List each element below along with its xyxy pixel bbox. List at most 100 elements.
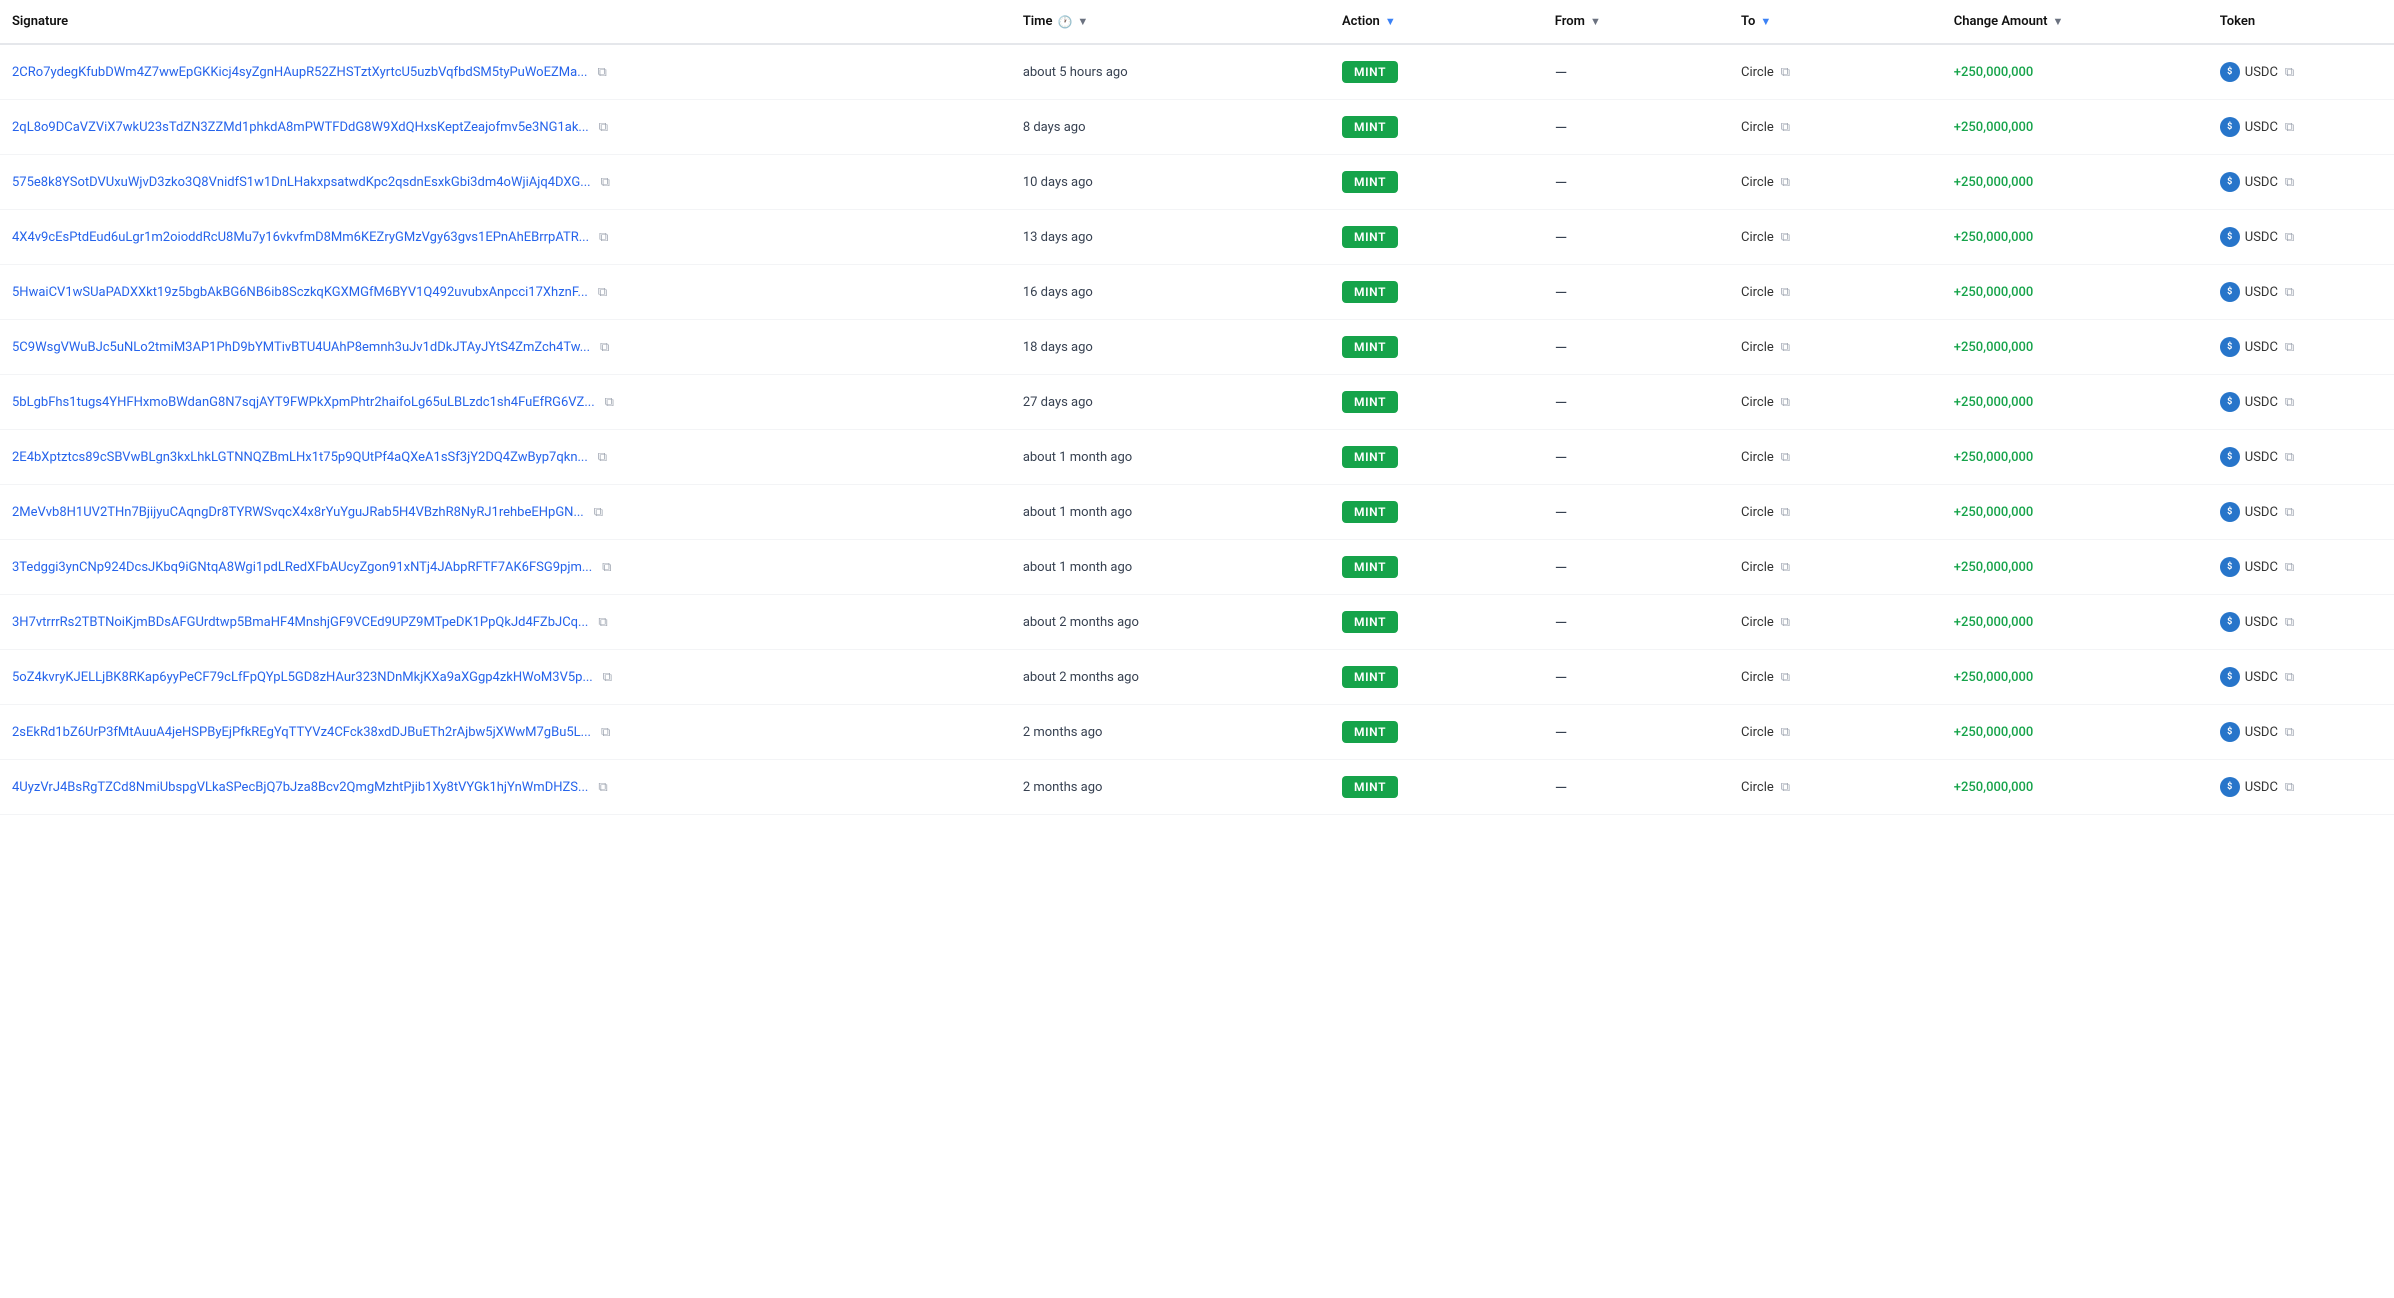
transactions-table-container: Signature Time 🕐 ▼ Action ▼: [0, 0, 2394, 815]
copy-to-button[interactable]: ⧉: [1779, 172, 1792, 192]
copy-token-button[interactable]: ⧉: [2283, 557, 2296, 577]
copy-to-button[interactable]: ⧉: [1779, 282, 1792, 302]
copy-token-button[interactable]: ⧉: [2283, 282, 2296, 302]
change-amount-value: +250,000,000: [1954, 65, 2034, 80]
signature-link[interactable]: 3Tedggi3ynCNp924DcsJKbq9iGNtqA8Wgi1pdLRe…: [12, 560, 592, 575]
copy-signature-button[interactable]: ⧉: [596, 777, 609, 797]
time-filter-icon[interactable]: ▼: [1077, 15, 1088, 28]
col-header-action[interactable]: Action ▼: [1330, 0, 1543, 44]
from-value: —: [1555, 723, 1568, 742]
copy-token-button[interactable]: ⧉: [2283, 502, 2296, 522]
copy-token-button[interactable]: ⧉: [2283, 777, 2296, 797]
time-cell: 2 months ago: [1011, 705, 1330, 760]
copy-signature-button[interactable]: ⧉: [596, 612, 609, 632]
col-header-from[interactable]: From ▼: [1543, 0, 1729, 44]
copy-to-button[interactable]: ⧉: [1779, 612, 1792, 632]
copy-to-button[interactable]: ⧉: [1779, 447, 1792, 467]
signature-link[interactable]: 2qL8o9DCaVZViX7wkU23sTdZN3ZZMd1phkdA8mPW…: [12, 120, 589, 135]
signature-link[interactable]: 5oZ4kvryKJELLjBK8RKap6yyPeCF79cLfFpQYpL5…: [12, 670, 593, 685]
to-filter-icon[interactable]: ▼: [1760, 15, 1771, 28]
from-cell: —: [1543, 155, 1729, 210]
copy-signature-button[interactable]: ⧉: [598, 337, 611, 357]
action-filter-icon[interactable]: ▼: [1385, 15, 1396, 28]
copy-token-button[interactable]: ⧉: [2283, 722, 2296, 742]
copy-token-button[interactable]: ⧉: [2283, 392, 2296, 412]
change-amount-value: +250,000,000: [1954, 340, 2034, 355]
signature-link[interactable]: 2MeVvb8H1UV2THn7BjijyuCAqngDr8TYRWSvqcX4…: [12, 505, 584, 520]
time-value: 2 months ago: [1023, 780, 1103, 795]
copy-to-button[interactable]: ⧉: [1779, 777, 1792, 797]
from-value: —: [1555, 503, 1568, 522]
copy-to-button[interactable]: ⧉: [1779, 227, 1792, 247]
copy-to-button[interactable]: ⧉: [1779, 667, 1792, 687]
change-filter-icon[interactable]: ▼: [2052, 15, 2063, 28]
from-value: —: [1555, 613, 1568, 632]
action-cell: MINT: [1330, 265, 1543, 320]
copy-token-button[interactable]: ⧉: [2283, 172, 2296, 192]
signature-link[interactable]: 3H7vtrrrRs2TBTNoiKjmBDsAFGUrdtwp5BmaHF4M…: [12, 615, 588, 630]
change-amount-value: +250,000,000: [1954, 395, 2034, 410]
copy-to-button[interactable]: ⧉: [1779, 502, 1792, 522]
signature-cell: 5C9WsgVWuBJc5uNLo2tmiM3AP1PhD9bYMTivBTU4…: [0, 320, 1011, 375]
copy-signature-button[interactable]: ⧉: [599, 722, 612, 742]
copy-signature-button[interactable]: ⧉: [600, 557, 613, 577]
copy-token-button[interactable]: ⧉: [2283, 447, 2296, 467]
col-header-time[interactable]: Time 🕐 ▼: [1011, 0, 1330, 44]
signature-link[interactable]: 4UyzVrJ4BsRgTZCd8NmiUbspgVLkaSPecBjQ7bJz…: [12, 780, 588, 795]
copy-signature-button[interactable]: ⧉: [597, 227, 610, 247]
signature-cell: 5bLgbFhs1tugs4YHFHxmoBWdanG8N7sqjAYT9FWP…: [0, 375, 1011, 430]
signature-link[interactable]: 2CRo7ydegKfubDWm4Z7wwEpGKKicj4syZgnHAupR…: [12, 65, 587, 80]
copy-token-button[interactable]: ⧉: [2283, 227, 2296, 247]
copy-to-button[interactable]: ⧉: [1779, 337, 1792, 357]
copy-signature-button[interactable]: ⧉: [597, 117, 610, 137]
signature-link[interactable]: 2E4bXptztcs89cSBVwBLgn3kxLhkLGTNNQZBmLHx…: [12, 450, 588, 465]
token-cell: $ USDC ⧉: [2208, 760, 2394, 815]
signature-link[interactable]: 2sEkRd1bZ6UrP3fMtAuuA4jeHSPByEjPfkREgYqT…: [12, 725, 591, 740]
signature-link[interactable]: 575e8k8YSotDVUxuWjvD3zko3Q8VnidfS1w1DnLH…: [12, 175, 591, 190]
time-cell: about 1 month ago: [1011, 540, 1330, 595]
copy-token-button[interactable]: ⧉: [2283, 667, 2296, 687]
signature-link[interactable]: 4X4v9cEsPtdEud6uLgr1m2oioddRcU8Mu7y16vkv…: [12, 230, 589, 245]
copy-signature-button[interactable]: ⧉: [596, 282, 609, 302]
to-cell: Circle ⧉: [1729, 705, 1942, 760]
signature-cell: 3H7vtrrrRs2TBTNoiKjmBDsAFGUrdtwp5BmaHF4M…: [0, 595, 1011, 650]
copy-signature-button[interactable]: ⧉: [599, 172, 612, 192]
mint-badge: MINT: [1342, 391, 1398, 413]
time-value: about 1 month ago: [1023, 450, 1132, 465]
change-amount-value: +250,000,000: [1954, 725, 2034, 740]
copy-signature-button[interactable]: ⧉: [592, 502, 605, 522]
signature-cell: 5HwaiCV1wSUaPADXXkt19z5bgbAkBG6NB6ib8Scz…: [0, 265, 1011, 320]
copy-to-button[interactable]: ⧉: [1779, 62, 1792, 82]
from-value: —: [1555, 668, 1568, 687]
copy-token-button[interactable]: ⧉: [2283, 612, 2296, 632]
signature-link[interactable]: 5bLgbFhs1tugs4YHFHxmoBWdanG8N7sqjAYT9FWP…: [12, 395, 595, 410]
copy-to-button[interactable]: ⧉: [1779, 722, 1792, 742]
copy-token-button[interactable]: ⧉: [2283, 337, 2296, 357]
action-cell: MINT: [1330, 320, 1543, 375]
usdc-icon: $: [2220, 502, 2240, 522]
from-cell: —: [1543, 760, 1729, 815]
col-header-change-amount[interactable]: Change Amount ▼: [1942, 0, 2208, 44]
signature-link[interactable]: 5C9WsgVWuBJc5uNLo2tmiM3AP1PhD9bYMTivBTU4…: [12, 340, 590, 355]
copy-signature-button[interactable]: ⧉: [596, 447, 609, 467]
to-cell: Circle ⧉: [1729, 44, 1942, 100]
copy-signature-button[interactable]: ⧉: [595, 62, 608, 82]
col-header-to[interactable]: To ▼: [1729, 0, 1942, 44]
copy-signature-button[interactable]: ⧉: [601, 667, 614, 687]
copy-signature-button[interactable]: ⧉: [603, 392, 616, 412]
copy-to-button[interactable]: ⧉: [1779, 557, 1792, 577]
table-row: 3Tedggi3ynCNp924DcsJKbq9iGNtqA8Wgi1pdLRe…: [0, 540, 2394, 595]
signature-link[interactable]: 5HwaiCV1wSUaPADXXkt19z5bgbAkBG6NB6ib8Scz…: [12, 285, 588, 300]
from-filter-icon[interactable]: ▼: [1590, 15, 1601, 28]
token-value: USDC: [2245, 395, 2278, 410]
copy-token-button[interactable]: ⧉: [2283, 62, 2296, 82]
action-cell: MINT: [1330, 705, 1543, 760]
copy-to-button[interactable]: ⧉: [1779, 392, 1792, 412]
copy-token-button[interactable]: ⧉: [2283, 117, 2296, 137]
mint-badge: MINT: [1342, 776, 1398, 798]
signature-cell: 4X4v9cEsPtdEud6uLgr1m2oioddRcU8Mu7y16vkv…: [0, 210, 1011, 265]
to-header-label: To: [1741, 14, 1755, 29]
copy-to-button[interactable]: ⧉: [1779, 117, 1792, 137]
signature-cell: 2qL8o9DCaVZViX7wkU23sTdZN3ZZMd1phkdA8mPW…: [0, 100, 1011, 155]
time-cell: about 2 months ago: [1011, 650, 1330, 705]
